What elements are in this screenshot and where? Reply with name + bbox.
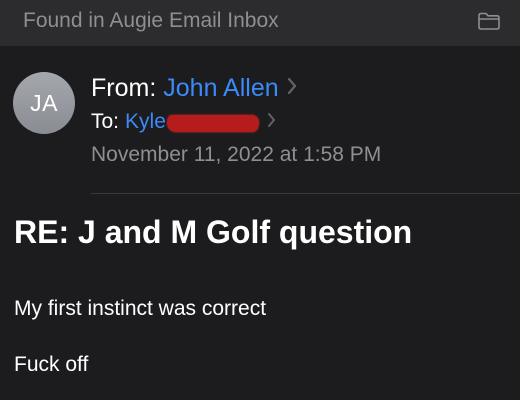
folder-icon[interactable]: [477, 11, 501, 31]
from-name-link[interactable]: John Allen: [163, 74, 278, 103]
email-view: Found in Augie Email Inbox JA From: John…: [0, 0, 520, 400]
avatar[interactable]: JA: [13, 72, 75, 134]
redaction-mark: [165, 114, 261, 132]
email-date: November 11, 2022 at 1:58 PM: [91, 143, 382, 166]
body-line: My first instinct was correct: [14, 297, 267, 320]
to-name-link[interactable]: Kyle: [125, 110, 166, 134]
from-label: From:: [91, 73, 157, 102]
header-divider: [91, 193, 520, 194]
email-subject: RE: J and M Golf question: [14, 214, 413, 250]
found-in-inbox-banner[interactable]: Found in Augie Email Inbox: [0, 0, 520, 46]
to-label: To:: [91, 110, 120, 133]
chevron-right-icon[interactable]: [267, 112, 276, 133]
date-row: November 11, 2022 at 1:58 PM: [91, 140, 381, 170]
chevron-right-icon[interactable]: [287, 77, 297, 100]
from-row: From: John Allen: [91, 72, 297, 104]
to-row: To: Kyle: [91, 108, 276, 136]
body-line: Fuck off: [14, 353, 89, 376]
banner-text: Found in Augie Email Inbox: [23, 9, 279, 32]
